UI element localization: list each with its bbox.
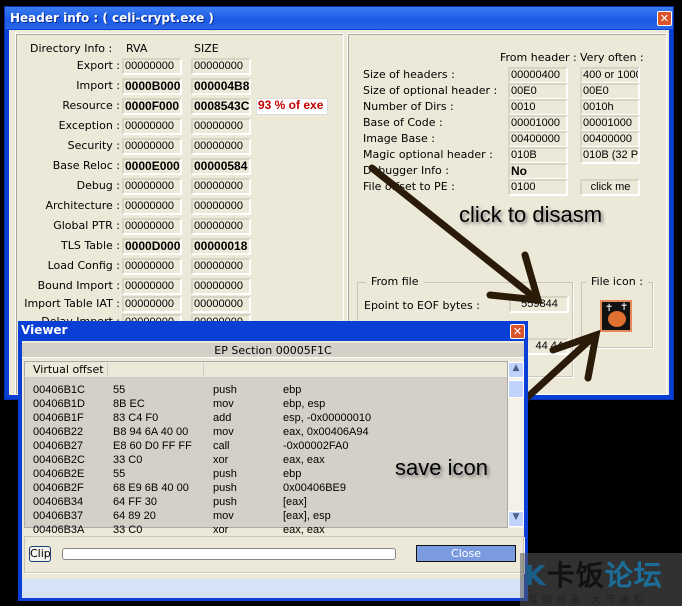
row-bytes: 68 E9 6B 40 00 — [113, 482, 189, 494]
row-mnemonic: push — [213, 496, 237, 508]
row-offset: 00406B22 — [33, 426, 84, 438]
row-offset: 00406B27 — [33, 440, 84, 452]
list-header: Virtual offset — [25, 362, 507, 378]
disasm-arrow — [368, 164, 539, 302]
row-offset: 00406B37 — [33, 510, 84, 522]
disasm-row[interactable]: 00406B1D 8B EC mov ebp, esp — [33, 398, 503, 412]
row-operands: eax, eax — [283, 454, 325, 466]
vertical-scrollbar[interactable]: ▲ ▼ — [508, 361, 524, 528]
row-operands: esp, -0x00000010 — [283, 412, 372, 424]
disasm-row[interactable]: 00406B1C 55 push ebp — [33, 384, 503, 398]
row-mnemonic: xor — [213, 454, 229, 466]
row-bytes: 83 C4 F0 — [113, 412, 159, 424]
row-mnemonic: push — [213, 468, 237, 480]
annotation-click-to-disasm: click to disasm — [459, 202, 603, 227]
close-button[interactable]: Close — [416, 545, 516, 562]
row-bytes: 8B EC — [113, 398, 145, 410]
row-operands: ebp — [283, 468, 302, 480]
ep-section-bar: EP Section 00005F1C — [22, 343, 524, 358]
row-operands: ebp, esp — [283, 398, 326, 410]
disasm-row[interactable]: 00406B27 E8 60 D0 FF FF call -0x00002FA0 — [33, 440, 503, 454]
row-bytes: 33 C0 — [113, 454, 143, 466]
watermark-logo: K卡饭论坛 互助分享 大气谦和 — [520, 553, 682, 606]
row-operands: [eax], esp — [283, 510, 331, 522]
disasm-list[interactable]: Virtual offset 00406B1C 55 push ebp 0040… — [24, 361, 508, 536]
row-operands: ebp — [283, 384, 302, 396]
row-operands: eax, 0x00406A94 — [283, 426, 369, 438]
clip-button[interactable]: Clip — [29, 546, 51, 562]
disasm-row[interactable]: 00406B37 64 89 20 mov [eax], esp — [33, 510, 503, 524]
disasm-row[interactable]: 00406B1F 83 C4 F0 add esp, -0x00000010 — [33, 412, 503, 426]
row-mnemonic: add — [213, 412, 232, 424]
disasm-row[interactable]: 00406B34 64 FF 30 push [eax] — [33, 496, 503, 510]
row-mnemonic: push — [213, 482, 237, 494]
row-mnemonic: mov — [213, 398, 234, 410]
row-bytes: B8 94 6A 40 00 — [113, 426, 189, 438]
row-offset: 00406B1F — [33, 412, 84, 424]
row-mnemonic: xor — [213, 524, 229, 536]
column-virtual-offset[interactable]: Virtual offset — [33, 363, 108, 376]
row-mnemonic: mov — [213, 510, 234, 522]
row-operands: eax, eax — [283, 524, 325, 536]
viewer-title: Viewer — [21, 323, 68, 337]
row-bytes: 33 C0 — [113, 524, 143, 536]
row-mnemonic: call — [213, 440, 230, 452]
row-bytes: 64 89 20 — [113, 510, 156, 522]
disasm-row[interactable]: 00406B2F 68 E9 6B 40 00 push 0x00406BE9 — [33, 482, 503, 496]
row-mnemonic: mov — [213, 426, 234, 438]
disasm-row[interactable]: 00406B22 B8 94 6A 40 00 mov eax, 0x00406… — [33, 426, 503, 440]
row-bytes: 55 — [113, 468, 126, 480]
annotation-save-icon: save icon — [395, 455, 488, 480]
viewer-status-strip — [22, 579, 524, 598]
row-bytes: 64 FF 30 — [113, 496, 158, 508]
scroll-down-icon[interactable]: ▼ — [508, 511, 524, 527]
scroll-thumb[interactable] — [508, 380, 524, 398]
row-mnemonic: push — [213, 384, 237, 396]
row-operands: -0x00002FA0 — [283, 440, 349, 452]
row-offset: 00406B2F — [33, 482, 84, 494]
row-operands: [eax] — [283, 496, 307, 508]
scroll-up-icon[interactable]: ▲ — [508, 362, 524, 378]
progress-bar — [62, 548, 396, 560]
viewer-close-icon[interactable]: ✕ — [510, 324, 525, 339]
row-offset: 00406B2E — [33, 468, 85, 480]
row-operands: 0x00406BE9 — [283, 482, 346, 494]
viewer-bottom-group: Clip Close — [24, 536, 524, 573]
row-offset: 00406B1C — [33, 384, 85, 396]
row-offset: 00406B3A — [33, 524, 85, 536]
row-bytes: 55 — [113, 384, 126, 396]
row-offset: 00406B2C — [33, 454, 85, 466]
row-bytes: E8 60 D0 FF FF — [113, 440, 192, 452]
row-offset: 00406B34 — [33, 496, 84, 508]
row-offset: 00406B1D — [33, 398, 85, 410]
